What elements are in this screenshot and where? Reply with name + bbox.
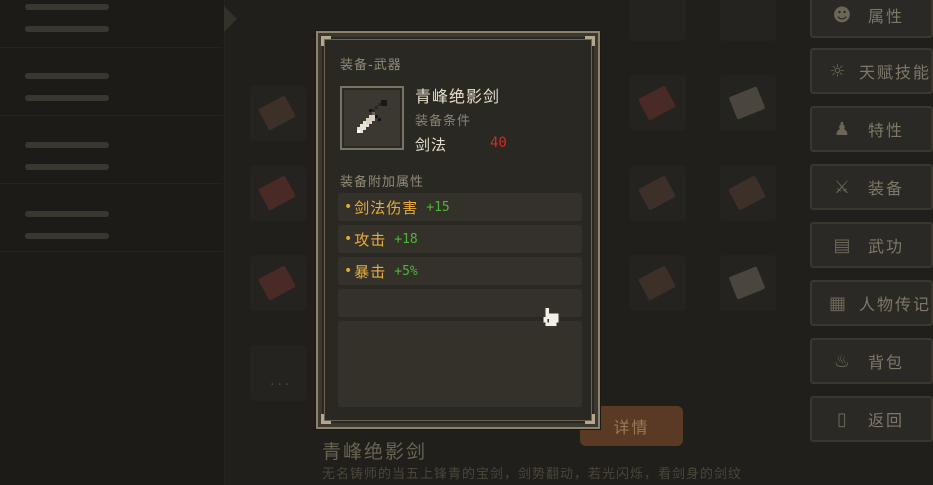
left-arrow-icon[interactable] [224,6,237,32]
frame-corner [585,414,595,424]
attribute-name: 暴击 [354,262,387,281]
bag-slot[interactable] [720,165,776,221]
item-category: 装备-武器 [340,58,402,73]
bullet-icon: • [344,199,353,215]
item-name: 青峰绝影剑 [415,87,501,106]
bullet-icon: • [344,263,353,279]
left-list-row[interactable] [0,184,222,252]
bag-slot[interactable] [630,75,686,131]
frame-corner [321,36,331,46]
left-placeholder-bar [25,26,109,32]
item-icon [258,265,296,301]
bag-slot[interactable] [630,165,686,221]
menu-label: 背包 [868,353,905,372]
side-menu: ☻ 属性 ☼ 天赋技能 ♟ 特性 ⚔ 装备 ▤ 武功 ▦ 人物传记 ♨ 背包 ▯ [808,0,933,485]
menu-biography-button[interactable]: ▦ 人物传记 [810,280,933,326]
item-icon [638,85,676,121]
menu-label: 特性 [868,121,905,140]
menu-label: 装备 [868,179,905,198]
attribute-row: • 攻击 +18 [338,225,582,253]
sword-icon: ⚔ [833,176,851,198]
item-icon [258,175,296,211]
requirement-label: 装备条件 [415,114,472,129]
attribute-value: +18 [394,231,418,247]
more-dots: ... [270,373,293,389]
bag-slot[interactable] [720,0,776,41]
menu-attributes-button[interactable]: ☻ 属性 [810,0,933,38]
talent-icon: ☼ [829,60,846,82]
attribute-value: +15 [426,199,450,215]
item-icon [638,265,676,301]
bag-slot[interactable] [630,255,686,311]
menu-label: 天赋技能 [858,63,931,82]
bag-slot[interactable] [720,255,776,311]
book-icon: ▤ [833,234,851,256]
bag-slot[interactable] [630,0,686,41]
menu-martial-arts-button[interactable]: ▤ 武功 [810,222,933,268]
left-placeholder-bar [25,73,109,79]
menu-label: 武功 [868,237,905,256]
item-icon [728,175,766,211]
bag-slot[interactable] [250,165,306,221]
bullet-icon: • [344,231,353,247]
left-placeholder-bar [25,4,109,10]
menu-trait-button[interactable]: ♟ 特性 [810,106,933,152]
attribute-row: • 剑法伤害 +15 [338,193,582,221]
menu-label: 返回 [868,411,905,430]
attribute-name: 攻击 [354,230,387,249]
item-tooltip-popup: 装备-武器 青峰绝影剑 装备条件 剑法 40 装备附加属性 • 剑法伤害 +15… [316,31,600,429]
left-placeholder-bar [25,95,109,101]
bag-icon: ♨ [833,350,851,372]
item-description-box [338,321,582,407]
attribute-row: • 暴击 +5% [338,257,582,285]
frame-corner [585,36,595,46]
menu-label: 属性 [868,7,905,26]
left-placeholder-bar [25,233,109,239]
item-icon [728,266,766,300]
requirement-skill: 剑法 [415,136,448,154]
bag-slot[interactable] [720,75,776,131]
item-icon [638,175,676,211]
menu-talent-button[interactable]: ☼ 天赋技能 [810,48,933,94]
left-placeholder-bar [25,211,109,217]
item-icon-frame [340,86,404,150]
menu-equipment-button[interactable]: ⚔ 装备 [810,164,933,210]
attribute-name: 剑法伤害 [354,198,419,217]
bag-slot[interactable] [250,255,306,311]
trait-icon: ♟ [833,118,851,140]
left-list-row[interactable] [0,48,222,116]
attributes-title: 装备附加属性 [340,175,425,190]
selected-item-title: 青峰绝影剑 [322,441,428,463]
menu-back-button[interactable]: ▯ 返回 [810,396,933,442]
frame-corner [321,414,331,424]
item-icon [258,95,296,131]
menu-label: 人物传记 [858,295,931,314]
left-placeholder-bar [25,164,109,170]
attribute-value: +5% [394,263,418,279]
scroll-icon: ▦ [828,292,846,314]
door-icon: ▯ [837,408,847,430]
menu-bag-button[interactable]: ♨ 背包 [810,338,933,384]
left-list-row[interactable] [0,116,222,184]
left-panel [0,0,225,485]
bag-slot[interactable] [250,85,306,141]
hand-cursor-icon [543,306,561,328]
sword-icon [357,100,387,133]
item-icon [728,86,766,120]
person-icon: ☻ [832,4,852,26]
requirement-value: 40 [490,135,507,151]
left-placeholder-bar [25,142,109,148]
selected-item-description: 无名铸师的当五上锋青的宝剑，剑势翻动，若光闪烁，看剑身的剑纹 [322,467,743,482]
